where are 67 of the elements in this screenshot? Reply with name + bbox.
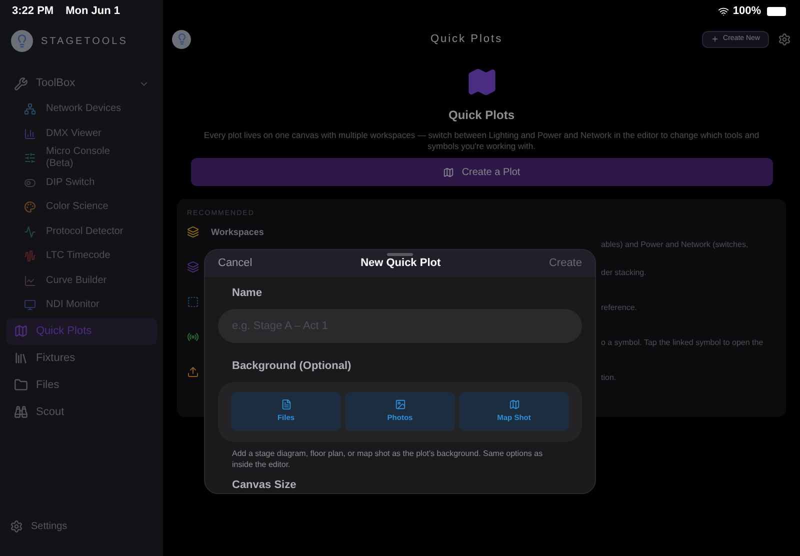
document-icon — [280, 399, 292, 410]
hero-description: Every plot lives on one canvas with multiple workspaces — switch between Lighting and Power and Network in the editor to change which tools and symbols you're working with. — [202, 130, 760, 152]
item-description: ables) and Power and Network (switches, — [600, 239, 748, 251]
sidebar-item[interactable]: Scout — [6, 398, 157, 426]
sidebar-subitem[interactable]: Color Science — [24, 195, 153, 220]
tools-icon — [14, 76, 28, 90]
settings-item[interactable]: Settings — [10, 519, 153, 534]
settings-icon — [10, 520, 23, 533]
item-title: Workspaces — [211, 226, 265, 239]
item-description: o a symbol. Tap the linked symbol to open the — [600, 336, 764, 348]
background-label: Background (Optional) — [231, 359, 352, 374]
sidebar-subitem[interactable]: Micro Console (Beta) — [24, 146, 153, 170]
pulse-icon — [24, 226, 36, 238]
status-time: 3:22 PM — [12, 4, 54, 19]
battery-level: 100% — [732, 4, 761, 19]
books-icon — [14, 351, 28, 365]
sliders-icon — [24, 152, 36, 164]
binoculars-icon — [14, 405, 28, 419]
sidebar-subitem[interactable]: DMX Viewer — [24, 122, 153, 146]
network-icon — [24, 103, 36, 116]
sidebar-item[interactable]: Quick Plots — [6, 318, 157, 344]
hero-title: Quick Plots — [448, 107, 515, 124]
grabber-handle[interactable] — [387, 253, 413, 256]
sidebar-subitem[interactable]: Curve Builder — [24, 268, 153, 293]
sidebar-subitem[interactable]: NDI Monitor — [24, 293, 153, 318]
palette-icon — [24, 201, 36, 214]
toggle-icon — [24, 176, 36, 189]
image-icon — [394, 399, 406, 410]
antenna-icon — [187, 330, 199, 342]
sheet-title: New Quick Plot — [360, 256, 442, 271]
brand-name: STAGETOOLS — [41, 34, 128, 48]
sidebar-item[interactable]: Fixtures — [6, 344, 157, 372]
dashed-square-icon — [187, 296, 199, 308]
bar-chart-icon — [24, 128, 36, 140]
status-date: Mon Jun 1 — [66, 4, 120, 19]
map-icon — [14, 324, 28, 338]
sidebar-item[interactable]: Files — [6, 372, 157, 398]
map-icon — [442, 166, 454, 178]
page-title: Quick Plots — [429, 32, 504, 47]
upload-icon — [187, 366, 199, 378]
background-help-text: Add a stage diagram, floor plan, or map shot as the plot's background. Same options as inside the editor. — [231, 448, 544, 470]
name-label: Name — [231, 286, 263, 300]
item-description: reference. — [600, 302, 638, 314]
item-description: der stacking. — [600, 266, 646, 278]
settings-icon[interactable] — [778, 32, 791, 46]
canvas-size-label: Canvas Size — [231, 478, 298, 492]
logo-icon — [11, 30, 33, 52]
sidebar-subitem[interactable]: DIP Switch — [24, 170, 153, 195]
sidebar-subitem[interactable]: LTC Timecode — [24, 244, 153, 268]
item-description: tion. — [600, 372, 616, 384]
wifi-icon — [718, 6, 729, 16]
cancel-button[interactable]: Cancel — [218, 255, 252, 272]
map-icon — [466, 66, 498, 98]
sidebar-subitem[interactable]: Protocol Detector — [24, 220, 153, 244]
create-button[interactable]: Create — [548, 255, 582, 272]
waveform-icon — [24, 250, 36, 262]
monitor-icon — [24, 299, 36, 312]
line-chart-icon — [24, 274, 36, 287]
folder-icon — [14, 378, 28, 392]
plus-icon — [711, 35, 720, 43]
sidebar-item[interactable]: ToolBox — [6, 70, 157, 97]
create-plot-button[interactable]: Create a Plot — [190, 158, 772, 186]
layers-icon — [187, 260, 199, 272]
map-icon — [508, 399, 520, 410]
battery-icon — [767, 6, 786, 16]
logo-icon — [172, 30, 191, 48]
sidebar-subitem[interactable]: Network Devices — [24, 97, 153, 122]
